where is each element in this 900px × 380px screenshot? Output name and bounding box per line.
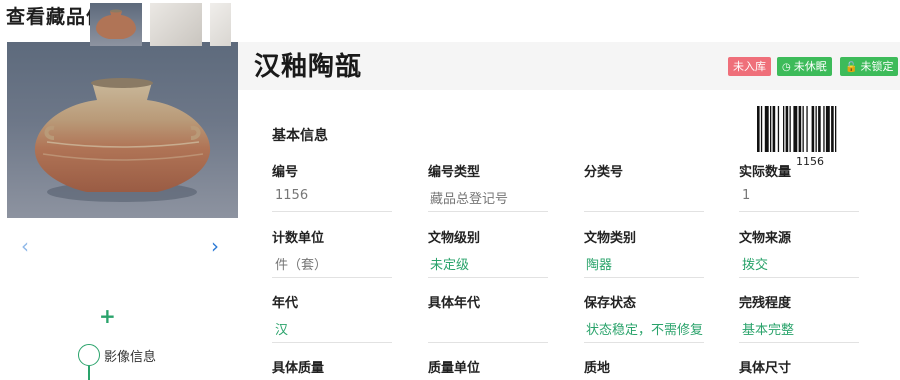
field-label: 具体尺寸 [739, 361, 792, 376]
timeline-connector [88, 366, 90, 380]
field-divider [272, 342, 392, 343]
field-value: 基本完整 [742, 323, 795, 338]
field-divider [584, 211, 704, 212]
thumbnail-2[interactable] [150, 3, 202, 46]
field-label: 完残程度 [739, 296, 792, 311]
status-badge-lock: 🔓 未锁定 [840, 57, 899, 76]
chevron-left-icon[interactable]: ‹ [21, 234, 29, 258]
field-label: 年代 [272, 296, 299, 311]
field-label: 质地 [584, 361, 611, 376]
field-label: 文物类别 [584, 231, 637, 246]
field-label: 文物级别 [428, 231, 481, 246]
field-label: 编号类型 [428, 165, 481, 180]
field-label: 实际数量 [739, 165, 792, 180]
thumbnail-strip: ‹ › [7, 226, 238, 274]
media-node-icon [78, 344, 100, 366]
field-divider [584, 277, 704, 278]
status-badge-storage: 未入库 [728, 57, 771, 76]
field-value: 未定级 [430, 258, 470, 273]
field-value: 1 [742, 188, 751, 203]
field-label: 编号 [272, 165, 299, 180]
media-section-label[interactable]: 影像信息 [104, 346, 156, 365]
field-value: 拨交 [742, 258, 769, 273]
chevron-right-icon[interactable]: › [211, 234, 219, 258]
field-label: 具体年代 [428, 296, 481, 311]
field-label: 分类号 [584, 165, 624, 180]
plus-icon[interactable]: + [99, 304, 116, 328]
clock-icon: ◷ [782, 62, 791, 73]
barcode-number: 1156 [796, 155, 824, 168]
field-divider [584, 342, 704, 343]
barcode [757, 106, 837, 152]
field-divider [739, 277, 859, 278]
artifact-main-image[interactable] [7, 42, 238, 218]
field-value: 藏品总登记号 [430, 192, 509, 207]
field-divider [739, 211, 859, 212]
field-divider [272, 277, 392, 278]
artifact-name: 汉釉陶瓿 [254, 52, 363, 82]
field-value: 1156 [275, 188, 309, 203]
field-label: 计数单位 [272, 231, 325, 246]
field-label: 具体质量 [272, 361, 325, 376]
field-divider [428, 277, 548, 278]
jar-image [34, 78, 211, 202]
field-value: 状态稳定，不需修复 [586, 323, 704, 338]
section-title: 基本信息 [272, 128, 328, 144]
field-value: 汉 [275, 323, 289, 338]
thumbnail-3[interactable] [210, 3, 231, 46]
field-divider [428, 211, 548, 212]
field-label: 保存状态 [584, 296, 637, 311]
badge-label: 未锁定 [860, 60, 894, 73]
field-value: 件（套） [275, 258, 328, 273]
thumbnail-1[interactable] [90, 3, 142, 46]
status-badge-dormant: ◷ 未休眠 [777, 57, 832, 76]
field-label: 质量单位 [428, 361, 481, 376]
field-divider [272, 211, 392, 212]
field-divider [428, 342, 548, 343]
lock-icon: 🔓 [845, 62, 858, 73]
badge-label: 未休眠 [793, 60, 827, 73]
field-label: 文物来源 [739, 231, 792, 246]
badge-label: 未入库 [733, 60, 766, 73]
field-value: 陶器 [586, 258, 613, 273]
field-divider [739, 342, 859, 343]
